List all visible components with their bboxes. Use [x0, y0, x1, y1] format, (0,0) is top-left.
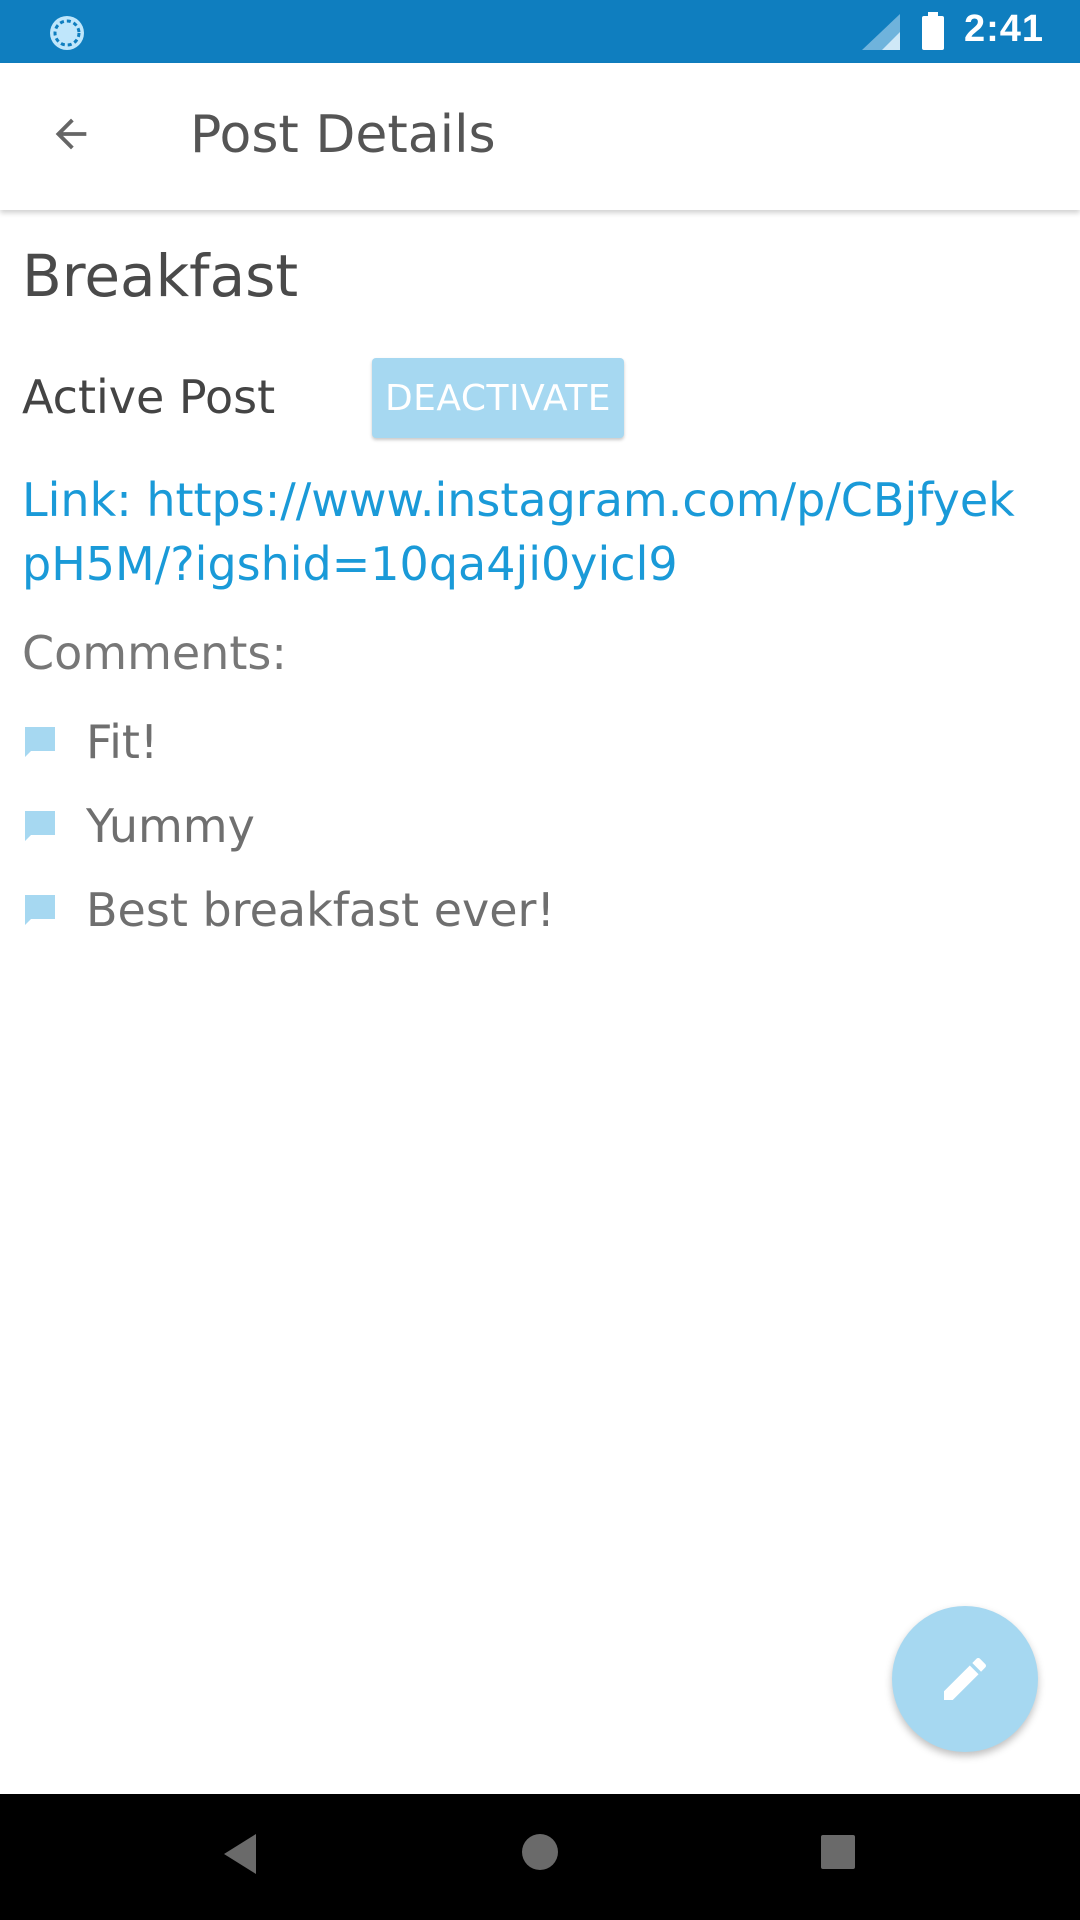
app-bar: Post Details — [0, 63, 1080, 210]
comment-text: Fit! — [86, 715, 159, 769]
system-nav-bar — [0, 1794, 1080, 1920]
post-title: Breakfast — [22, 242, 299, 310]
comment-text: Best breakfast ever! — [86, 883, 555, 937]
post-link[interactable]: Link: https://www.instagram.com/p/CBjfye… — [22, 468, 1022, 596]
status-time: 2:41 — [964, 8, 1045, 50]
post-status-label: Active Post — [22, 370, 276, 424]
comment-text: Yummy — [86, 799, 255, 853]
page-title: Post Details — [190, 105, 496, 165]
deactivate-button[interactable]: DEACTIVATE — [372, 358, 624, 438]
list-item: Yummy — [22, 794, 255, 858]
arrow-back-icon — [55, 118, 87, 150]
status-bar: 2:41 — [0, 0, 1080, 63]
nav-back-triangle-icon[interactable] — [222, 1832, 258, 1876]
list-item: Fit! — [22, 710, 158, 774]
edit-fab-button[interactable] — [892, 1606, 1038, 1752]
sync-circle-icon — [50, 16, 84, 50]
nav-recents-square-icon[interactable] — [820, 1834, 856, 1870]
comment-bubble-icon — [25, 811, 55, 841]
back-button[interactable] — [40, 103, 102, 165]
edit-pencil-icon — [944, 1657, 987, 1700]
list-item: Best breakfast ever! — [22, 878, 555, 942]
nav-home-circle-icon[interactable] — [520, 1832, 560, 1872]
cell-signal-icon — [862, 14, 900, 50]
battery-icon — [922, 12, 944, 50]
comments-heading: Comments: — [22, 626, 287, 680]
comment-bubble-icon — [25, 895, 55, 925]
screen: 2:41 Post Details Breakfast Active Post … — [0, 0, 1080, 1920]
comment-bubble-icon — [25, 727, 55, 757]
